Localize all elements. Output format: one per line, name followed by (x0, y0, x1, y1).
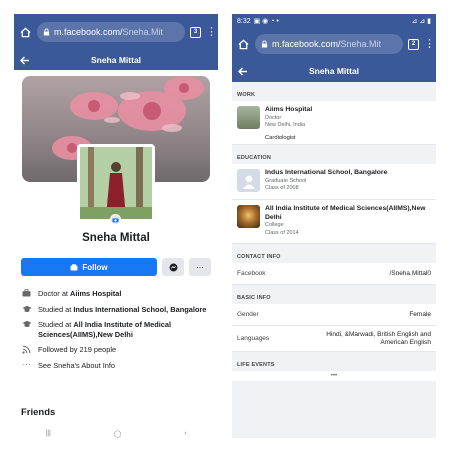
gender-value: Female (409, 311, 431, 318)
detail-college-text: Studied at All India Institute of Medica… (38, 320, 172, 339)
school-placeholder-thumbnail (237, 169, 260, 192)
work-note: Cardiologist (265, 134, 296, 141)
work-item[interactable]: Aiims Hospital Doctor New Delhi, India C… (232, 101, 436, 145)
college-type: College (265, 222, 284, 228)
page-title: Sneha Mittal (90, 55, 142, 65)
message-button[interactable] (162, 258, 184, 276)
detail-followers: Followed by 219 people (21, 345, 213, 355)
back-arrow-icon[interactable] (20, 50, 30, 70)
detail-school-text: Studied at Indus International School, B… (38, 304, 207, 314)
browser-menu-icon[interactable]: ⋮ (206, 26, 217, 38)
detail-work-text: Doctor at Aiims Hospital (38, 289, 122, 298)
work-role: Doctor (265, 114, 282, 121)
graduation-cap-icon (21, 305, 32, 313)
work-text: Aiims Hospital Doctor New Delhi, India C… (265, 106, 313, 141)
page-title-bar: Sneha Mittal (232, 60, 436, 82)
college-year: Class of 2014 (265, 229, 299, 236)
education-item[interactable]: All India Institute of Medical Sciences(… (232, 200, 436, 244)
follow-label: Follow (82, 262, 108, 272)
recents-icon[interactable]: ||| (45, 430, 50, 437)
friends-heading: Friends (21, 407, 56, 418)
right-phone-screen: 8:32 ▣ ◉ ◔ • ⊿ ⊿ ▮ m.facebook.com/Sneha.… (232, 14, 436, 438)
profile-details: Doctor at Aiims Hospital Studied at Indu… (21, 289, 213, 376)
camera-icon[interactable] (110, 214, 121, 225)
work-title: Aiims Hospital (265, 106, 313, 113)
college-title: All India Institute of Medical Sciences(… (265, 205, 426, 221)
profile-actions: Follow ··· (21, 258, 211, 276)
page-title-bar: Sneha Mittal (14, 50, 218, 70)
rss-icon (21, 345, 32, 354)
detail-about-link[interactable]: ··· See Sneha's About Info (21, 359, 213, 371)
url-text: m.facebook.com/Sneha.Mit (54, 27, 164, 37)
education-text: All India Institute of Medical Sciences(… (265, 205, 431, 238)
home-icon[interactable] (18, 25, 32, 39)
contact-value[interactable]: /Sneha.Mittal0 (389, 270, 431, 277)
lock-icon (261, 40, 268, 48)
basic-info-section-heading: BASIC INFO (232, 291, 436, 304)
status-time: 8:32 (237, 17, 251, 25)
home-icon[interactable] (236, 37, 250, 51)
gender-row: Gender Female (232, 304, 436, 326)
more-dots-icon: ··· (22, 359, 31, 369)
graduation-cap-icon (21, 320, 32, 328)
browser-url-bar: m.facebook.com/Sneha.Mit 2 ⋮ (232, 28, 436, 60)
gender-label: Gender (237, 311, 259, 318)
work-location: New Delhi, India (265, 122, 306, 128)
tab-count-button[interactable]: 3 (190, 26, 201, 38)
detail-work: Doctor at Aiims Hospital (21, 289, 213, 299)
life-events-more[interactable]: ••• (232, 371, 436, 381)
education-text: Indus International School, Bangalore Gr… (265, 169, 387, 194)
android-nav-bar: ||| ◯ ‹ (14, 429, 218, 438)
education-section-heading: EDUCATION (232, 151, 436, 164)
about-link-text[interactable]: See Sneha's About Info (38, 361, 115, 371)
contact-section-heading: CONTACT INFO (232, 250, 436, 263)
messenger-icon (169, 263, 177, 271)
person-photo (80, 147, 152, 219)
tab-count-button[interactable]: 2 (408, 38, 419, 50)
browser-menu-icon[interactable]: ⋮ (424, 38, 435, 50)
life-events-section-heading: LIFE EVENTS (232, 358, 436, 371)
screenshot-canvas: m.facebook.com/Sneha.Mit 3 ⋮ Sneha Mitta… (0, 0, 450, 450)
college-thumbnail (237, 205, 260, 228)
languages-value: Hindi, &Marwadi, British English and Ame… (326, 330, 431, 346)
browser-url-bar: m.facebook.com/Sneha.Mit 3 ⋮ (14, 14, 218, 50)
hospital-thumbnail (237, 106, 260, 129)
languages-row: Languages Hindi, &Marwadi, British Engli… (232, 326, 436, 352)
follow-icon (70, 263, 78, 270)
contact-facebook-row[interactable]: Facebook /Sneha.Mittal0 (232, 263, 436, 285)
languages-label: Languages (237, 335, 270, 342)
detail-college: Studied at All India Institute of Medica… (21, 320, 213, 339)
home-nav-icon[interactable]: ◯ (114, 430, 122, 438)
address-field[interactable]: m.facebook.com/Sneha.Mit (37, 22, 185, 42)
signal-battery-icons: ⊿ ⊿ ▮ (411, 18, 431, 25)
school-title: Indus International School, Bangalore (265, 169, 388, 176)
contact-label: Facebook (237, 270, 266, 277)
status-bar: 8:32 ▣ ◉ ◔ • ⊿ ⊿ ▮ (232, 14, 436, 28)
lock-icon (43, 28, 50, 36)
follow-button[interactable]: Follow (21, 258, 157, 276)
address-field[interactable]: m.facebook.com/Sneha.Mit (255, 34, 403, 54)
profile-name: Sneha Mittal (82, 232, 150, 244)
school-year: Class of 2008 (265, 185, 299, 191)
education-item[interactable]: Indus International School, Bangalore Gr… (232, 164, 436, 200)
profile-picture[interactable] (77, 144, 155, 222)
page-title: Sneha Mittal (308, 66, 360, 76)
detail-school: Studied at Indus International School, B… (21, 305, 213, 315)
url-text: m.facebook.com/Sneha.Mit (272, 39, 382, 49)
notification-icons: ▣ ◉ ◔ • (253, 18, 279, 25)
briefcase-icon (21, 289, 32, 297)
more-options-button[interactable]: ··· (189, 258, 211, 276)
back-arrow-icon[interactable] (238, 60, 248, 82)
back-nav-icon[interactable]: ‹ (184, 430, 186, 437)
work-section-heading: WORK (232, 88, 436, 101)
school-type: Graduate School (265, 177, 307, 184)
detail-followers-text: Followed by 219 people (38, 345, 117, 354)
left-phone-screen: m.facebook.com/Sneha.Mit 3 ⋮ Sneha Mitta… (14, 14, 218, 438)
